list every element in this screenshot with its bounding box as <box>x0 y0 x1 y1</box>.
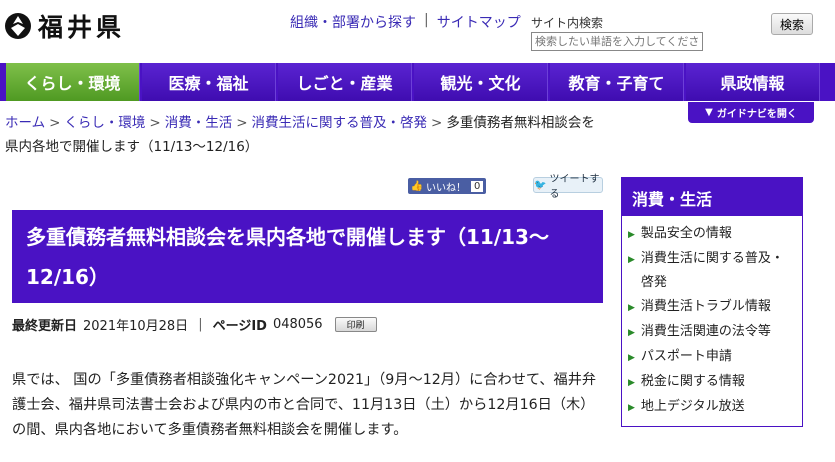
thumbs-up-icon: 👍 <box>410 180 424 192</box>
breadcrumb-arrow: > <box>236 115 248 131</box>
search-input[interactable] <box>531 32 703 51</box>
sitemap-link[interactable]: サイトマップ <box>437 12 521 32</box>
breadcrumb-awareness[interactable]: 消費生活に関する普及・啓発 <box>252 115 428 131</box>
nav-item-education-childcare[interactable]: 教育・子育て <box>550 63 684 101</box>
search-button[interactable]: 検索 <box>771 13 813 35</box>
fukui-emblem-icon <box>5 13 31 39</box>
triangle-right-icon: ▶ <box>628 403 635 413</box>
sidebar-list: ▶ 製品安全の情報 ▶ 消費生活に関する普及・啓発 ▶ 消費生活トラブル情報 ▶ 消費生… <box>622 216 802 420</box>
breadcrumb: ホーム > くらし・環境 > 消費・生活 > 消費生活に関する普及・啓発 > 多重債務者無料相談… <box>5 111 595 159</box>
sidebar: 消費・生活 ▶ 製品安全の情報 ▶ 消費生活に関する普及・啓発 ▶ 消費生活トラブル情… <box>621 177 803 427</box>
global-nav: くらし・環境 医療・福祉 しごと・産業 観光・文化 教育・子育て 県政情報 <box>0 63 835 101</box>
breadcrumb-consumer-life[interactable]: 消費・生活 <box>165 115 233 131</box>
meta-separator: | <box>198 317 203 332</box>
site-logo[interactable]: 福井県 <box>4 8 125 44</box>
sidebar-item-digital-broadcast[interactable]: ▶ 地上デジタル放送 <box>628 395 796 420</box>
tweet-label: ツイートする <box>549 174 600 200</box>
search-label: サイト内検索 <box>531 16 604 30</box>
sidebar-item-laws[interactable]: ▶ 消費生活関連の法令等 <box>628 320 796 345</box>
top-links: 組織・部署から探す | サイトマップ <box>290 12 521 32</box>
updated-date: 2021年10月28日 <box>83 319 189 334</box>
like-label: いいね！ <box>426 182 467 194</box>
sidebar-item-label: 地上デジタル放送 <box>640 399 745 414</box>
guide-navi-label: ガイドナビを開く <box>716 109 797 120</box>
page-id-label: ページID <box>212 319 267 334</box>
sidebar-item-passport[interactable]: ▶ パスポート申請 <box>628 345 796 370</box>
triangle-right-icon: ▶ <box>628 353 635 363</box>
breadcrumb-arrow: > <box>431 115 443 131</box>
triangle-right-icon: ▶ <box>628 230 635 240</box>
breadcrumb-life-environment[interactable]: くらし・環境 <box>64 115 145 131</box>
nav-item-life-environment[interactable]: くらし・環境 <box>6 63 140 101</box>
triangle-right-icon: ▶ <box>628 255 635 265</box>
like-count: 0 <box>471 180 484 192</box>
sidebar-item-label: パスポート申請 <box>640 349 732 364</box>
sidebar-item-awareness[interactable]: ▶ 消費生活に関する普及・啓発 <box>628 247 796 295</box>
sidebar-item-label: 税金に関する情報 <box>640 374 745 389</box>
guide-navi-button[interactable]: ▼ ガイドナビを開く <box>688 102 814 123</box>
page-id-value: 048056 <box>272 317 323 332</box>
twitter-bird-icon: 🐦 <box>534 179 547 191</box>
sidebar-item-tax[interactable]: ▶ 税金に関する情報 <box>628 370 796 395</box>
updated-label: 最終更新日 <box>12 319 78 334</box>
sidebar-item-label: 消費生活に関する普及・啓発 <box>640 251 784 290</box>
top-links-separator: | <box>424 12 429 28</box>
triangle-right-icon: ▶ <box>628 328 635 338</box>
breadcrumb-home[interactable]: ホーム <box>5 115 45 131</box>
breadcrumb-arrow: > <box>149 115 161 131</box>
nav-item-tourism-culture[interactable]: 観光・文化 <box>414 63 548 101</box>
site-logo-text: 福井県 <box>38 13 126 42</box>
sidebar-title: 消費・生活 <box>622 178 802 216</box>
org-search-link[interactable]: 組織・部署から探す <box>290 12 416 32</box>
page-title: 多重債務者無料相談会を県内各地で開催します（11/13〜12/16） <box>12 210 603 303</box>
nav-item-work-industry[interactable]: しごと・産業 <box>278 63 412 101</box>
tweet-button[interactable]: 🐦 ツイートする <box>533 174 603 200</box>
nav-item-prefectural-info[interactable]: 県政情報 <box>686 63 820 101</box>
page-meta: 最終更新日 2021年10月28日 | ページID 048056 印刷 <box>12 315 377 334</box>
chevron-down-icon: ▼ <box>705 107 713 118</box>
article-body: 県では、 国の「多重債務者相談強化キャンペーン2021」（9月〜12月）に合わせ… <box>12 372 597 438</box>
sidebar-item-label: 製品安全の情報 <box>640 226 732 241</box>
triangle-right-icon: ▶ <box>628 303 635 313</box>
sidebar-item-label: 消費生活トラブル情報 <box>640 299 771 314</box>
facebook-like-button[interactable]: 👍 いいね！ 0 <box>408 178 486 194</box>
breadcrumb-arrow: > <box>49 115 61 131</box>
sidebar-item-label: 消費生活関連の法令等 <box>640 324 771 339</box>
nav-item-medical-welfare[interactable]: 医療・福祉 <box>142 63 276 101</box>
triangle-right-icon: ▶ <box>628 378 635 388</box>
print-button[interactable]: 印刷 <box>334 317 377 332</box>
sidebar-item-trouble-info[interactable]: ▶ 消費生活トラブル情報 <box>628 295 796 320</box>
sidebar-item-product-safety[interactable]: ▶ 製品安全の情報 <box>628 222 796 247</box>
